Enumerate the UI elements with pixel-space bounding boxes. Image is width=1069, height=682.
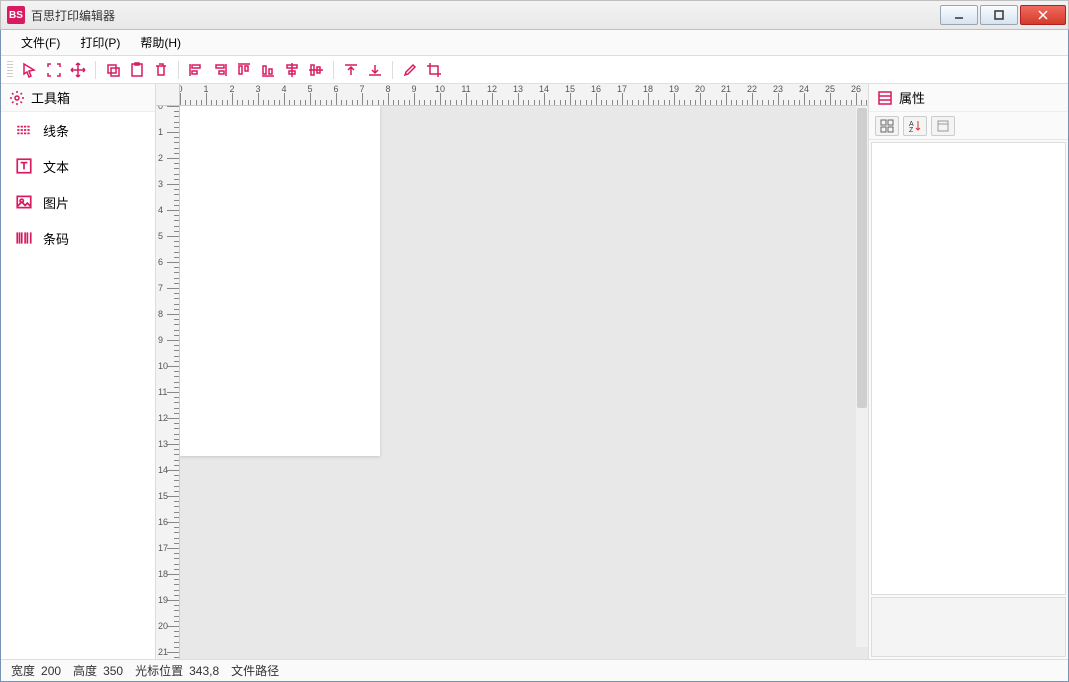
delete-icon[interactable] (150, 59, 172, 81)
maximize-button[interactable] (980, 5, 1018, 25)
edit-icon[interactable] (399, 59, 421, 81)
menubar: 文件(F) 打印(P) 帮助(H) (1, 30, 1068, 56)
properties-grid[interactable] (871, 142, 1066, 595)
line-icon (15, 121, 33, 139)
canvas-viewport[interactable] (180, 106, 868, 659)
window-titlebar: BS 百思打印编辑器 (0, 0, 1069, 30)
gear-icon (9, 90, 25, 106)
toolbox-header: 工具箱 (1, 84, 155, 112)
copy-icon[interactable] (102, 59, 124, 81)
ruler-corner (156, 84, 180, 106)
property-pages-icon[interactable] (931, 116, 955, 136)
pointer-icon[interactable] (19, 59, 41, 81)
menu-file[interactable]: 文件(F) (11, 30, 70, 55)
main-body: 工具箱 线条 文本 图片 条码 012345678910111213141516 (1, 84, 1068, 659)
window-title: 百思打印编辑器 (31, 7, 115, 24)
menu-help[interactable]: 帮助(H) (130, 30, 191, 55)
status-width-value: 200 (41, 664, 61, 678)
move-icon[interactable] (67, 59, 89, 81)
window-body: 文件(F) 打印(P) 帮助(H) 工具箱 (0, 30, 1069, 682)
toolbar-grip (7, 61, 13, 79)
tool-label: 条码 (43, 229, 69, 248)
tool-text[interactable]: 文本 (1, 148, 155, 184)
sort-az-icon[interactable]: AZ (903, 116, 927, 136)
minimize-button[interactable] (940, 5, 978, 25)
fullscreen-icon[interactable] (43, 59, 65, 81)
status-width-label: 宽度 (11, 662, 35, 679)
tool-label: 图片 (43, 193, 69, 212)
canvas-area: 0123456789101112131415161718192021222324… (156, 84, 868, 659)
properties-description (871, 597, 1066, 657)
toolbox-title: 工具箱 (31, 88, 70, 107)
paste-icon[interactable] (126, 59, 148, 81)
status-cursor-value: 343,8 (189, 664, 219, 678)
design-page[interactable] (180, 106, 380, 456)
scrollbar-vertical[interactable] (856, 106, 868, 647)
app-icon: BS (7, 6, 25, 24)
properties-title: 属性 (899, 88, 925, 107)
menu-print[interactable]: 打印(P) (70, 30, 130, 55)
tool-image[interactable]: 图片 (1, 184, 155, 220)
toolbox-panel: 工具箱 线条 文本 图片 条码 (1, 84, 156, 659)
barcode-icon (15, 229, 33, 247)
ruler-vertical: 0123456789101112131415161718192021 (156, 106, 180, 659)
properties-toolbar: AZ (869, 112, 1068, 140)
statusbar: 宽度 200 高度 350 光标位置 343,8 文件路径 (1, 659, 1068, 681)
text-icon (15, 157, 33, 175)
align-top-icon[interactable] (233, 59, 255, 81)
svg-text:Z: Z (909, 127, 914, 133)
ruler-horizontal: 0123456789101112131415161718192021222324… (180, 84, 868, 106)
send-back-icon[interactable] (364, 59, 386, 81)
bring-front-icon[interactable] (340, 59, 362, 81)
status-height-value: 350 (103, 664, 123, 678)
properties-panel: 属性 AZ (868, 84, 1068, 659)
crop-icon[interactable] (423, 59, 445, 81)
align-center-h-icon[interactable] (281, 59, 303, 81)
tool-line[interactable]: 线条 (1, 112, 155, 148)
status-path-label: 文件路径 (231, 662, 279, 679)
status-cursor-label: 光标位置 (135, 662, 183, 679)
tool-label: 线条 (43, 121, 69, 140)
align-bottom-icon[interactable] (257, 59, 279, 81)
close-button[interactable] (1020, 5, 1066, 25)
tool-barcode[interactable]: 条码 (1, 220, 155, 256)
align-right-icon[interactable] (209, 59, 231, 81)
align-center-v-icon[interactable] (305, 59, 327, 81)
align-left-icon[interactable] (185, 59, 207, 81)
image-icon (15, 193, 33, 211)
categorized-icon[interactable] (875, 116, 899, 136)
tool-label: 文本 (43, 157, 69, 176)
grid-icon (877, 90, 893, 106)
properties-header: 属性 (869, 84, 1068, 112)
scrollbar-thumb[interactable] (857, 108, 867, 408)
toolbar (1, 56, 1068, 84)
status-height-label: 高度 (73, 662, 97, 679)
